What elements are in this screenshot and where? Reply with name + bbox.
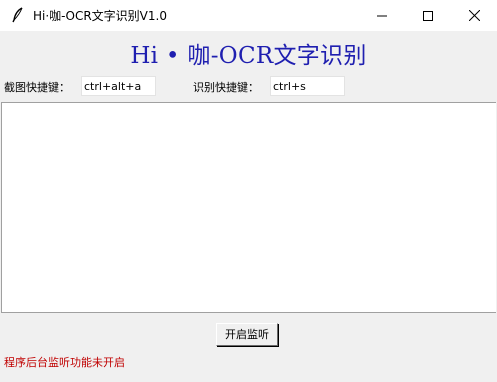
capture-hotkey-label: 截图快捷键： bbox=[4, 81, 70, 94]
minimize-icon bbox=[377, 11, 387, 21]
result-text-area[interactable] bbox=[1, 102, 496, 313]
close-icon bbox=[468, 10, 480, 21]
window-title: Hi·咖-OCR文字识别V1.0 bbox=[33, 9, 167, 23]
start-listening-button[interactable]: 开启监听 bbox=[216, 323, 278, 346]
feather-icon bbox=[11, 7, 25, 23]
minimize-button[interactable] bbox=[359, 0, 405, 31]
app-window: Hi·咖-OCR文字识别V1.0 Hi • 咖-OCR文字识别 截图快捷键： c… bbox=[0, 0, 497, 382]
maximize-icon bbox=[423, 10, 433, 21]
app-heading: Hi • 咖-OCR文字识别 bbox=[130, 43, 367, 69]
close-button[interactable] bbox=[451, 0, 497, 31]
title-bar[interactable]: Hi·咖-OCR文字识别V1.0 bbox=[0, 0, 497, 31]
status-message: 程序后台监听功能未开启 bbox=[4, 356, 125, 369]
capture-hotkey-input[interactable]: ctrl+alt+a bbox=[81, 76, 156, 96]
recognize-hotkey-label: 识别快捷键： bbox=[193, 81, 259, 94]
recognize-hotkey-input[interactable]: ctrl+s bbox=[270, 76, 345, 96]
main-panel: Hi • 咖-OCR文字识别 截图快捷键： ctrl+alt+a 识别快捷键： … bbox=[1, 31, 496, 381]
maximize-button[interactable] bbox=[405, 0, 451, 31]
